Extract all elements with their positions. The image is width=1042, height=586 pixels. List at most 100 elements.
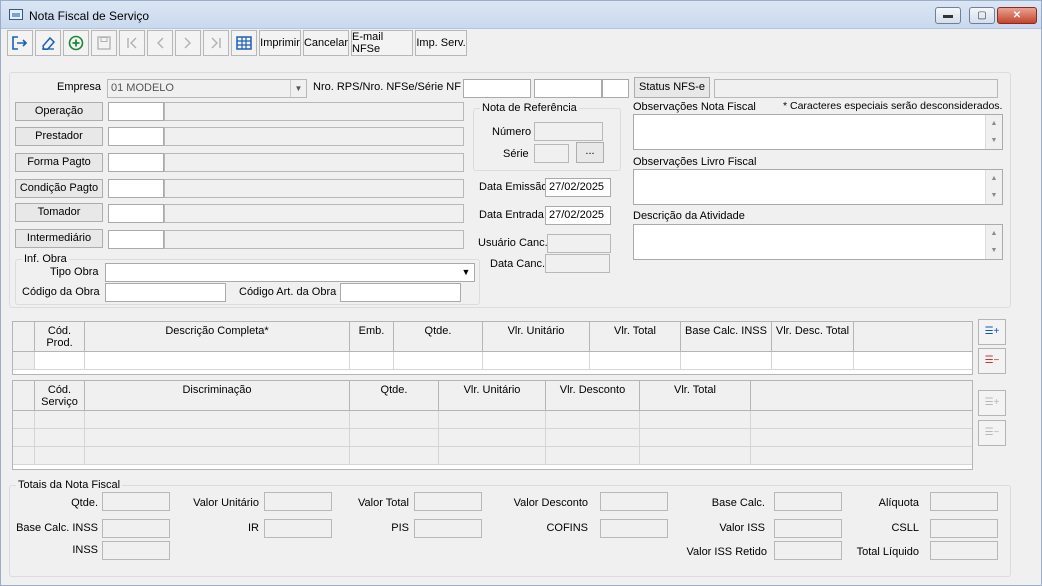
col-descricao-completa[interactable]: Descrição Completa* [85, 322, 350, 352]
cancel-button[interactable]: Cancelar [303, 30, 349, 56]
products-grid[interactable]: Cód. Prod. Descrição Completa* Emb. Qtde… [12, 321, 973, 375]
first-record-icon[interactable] [119, 30, 145, 56]
cell[interactable] [546, 429, 640, 446]
obs-livro-scrollbar[interactable]: ▲ ▼ [985, 170, 1002, 204]
empresa-select[interactable]: 01 MODELO ▼ [107, 79, 307, 98]
cell[interactable] [546, 447, 640, 464]
table-grid-icon[interactable] [231, 30, 257, 56]
descricao-atividade-scrollbar[interactable]: ▲ ▼ [985, 225, 1002, 259]
descricao-atividade-textarea[interactable]: ▲ ▼ [633, 224, 1003, 260]
cell[interactable] [483, 352, 590, 369]
cell[interactable] [85, 411, 350, 428]
col-vlr-total[interactable]: Vlr. Total [590, 322, 681, 352]
cell[interactable] [590, 352, 681, 369]
scroll-down-icon[interactable]: ▼ [986, 242, 1002, 259]
nota-ref-search-button[interactable]: ... [576, 142, 604, 163]
tomador-button[interactable]: Tomador [15, 203, 103, 222]
email-nfse-button[interactable]: E-mail NFSe [351, 30, 413, 56]
remove-service-button[interactable]: ☰− [978, 420, 1006, 446]
cell[interactable] [350, 447, 439, 464]
scroll-up-icon[interactable]: ▲ [986, 225, 1002, 242]
col-vlr-unitario[interactable]: Vlr. Unitário [439, 381, 546, 411]
close-button[interactable]: ✕ [997, 7, 1037, 24]
obs-nota-textarea[interactable]: ▲ ▼ [633, 114, 1003, 150]
remove-product-button[interactable]: ☰− [978, 348, 1006, 374]
table-row[interactable] [13, 352, 972, 370]
col-emb[interactable]: Emb. [350, 322, 394, 352]
print-button[interactable]: Imprimir [259, 30, 301, 56]
cell[interactable] [35, 352, 85, 369]
col-vlr-desc-total[interactable]: Vlr. Desc. Total [772, 322, 854, 352]
col-vlr-desconto[interactable]: Vlr. Desconto [546, 381, 640, 411]
scroll-up-icon[interactable]: ▲ [986, 115, 1002, 132]
scroll-down-icon[interactable]: ▼ [986, 132, 1002, 149]
col-cod-prod[interactable]: Cód. Prod. [35, 322, 85, 352]
col-qtde[interactable]: Qtde. [350, 381, 439, 411]
tomador-code-input[interactable] [108, 204, 164, 223]
col-vlr-total[interactable]: Vlr. Total [640, 381, 751, 411]
cell[interactable] [350, 429, 439, 446]
add-product-button[interactable]: ☰+ [978, 319, 1006, 345]
chevron-down-icon[interactable]: ▼ [458, 264, 474, 281]
operacao-button[interactable]: Operação [15, 102, 103, 121]
obs-livro-textarea[interactable]: ▲ ▼ [633, 169, 1003, 205]
cell[interactable] [640, 411, 751, 428]
forma-pagto-code-input[interactable] [108, 153, 164, 172]
prestador-code-input[interactable] [108, 127, 164, 146]
cell[interactable] [85, 429, 350, 446]
condicao-pagto-button[interactable]: Condição Pagto [15, 179, 103, 198]
cell[interactable] [751, 447, 972, 464]
nro-rps-input[interactable] [463, 79, 531, 98]
col-discriminacao[interactable]: Discriminação [85, 381, 350, 411]
cell[interactable] [350, 352, 394, 369]
table-row[interactable] [13, 429, 972, 447]
codigo-art-input[interactable] [340, 283, 461, 302]
cell[interactable] [772, 352, 854, 369]
services-grid[interactable]: Cód. Serviço Discriminação Qtde. Vlr. Un… [12, 380, 973, 470]
last-record-icon[interactable] [203, 30, 229, 56]
maximize-button[interactable]: ▢ [969, 7, 995, 24]
cell[interactable] [751, 429, 972, 446]
intermediario-button[interactable]: Intermediário [15, 229, 103, 248]
cell[interactable] [85, 447, 350, 464]
obs-nota-scrollbar[interactable]: ▲ ▼ [985, 115, 1002, 149]
next-record-icon[interactable] [175, 30, 201, 56]
data-entrada-input[interactable]: 27/02/2025 [545, 206, 611, 225]
col-cod-servico[interactable]: Cód. Serviço [35, 381, 85, 411]
condicao-pagto-code-input[interactable] [108, 179, 164, 198]
table-row[interactable] [13, 447, 972, 465]
serie-nf-input[interactable] [602, 79, 629, 98]
cell[interactable] [751, 411, 972, 428]
cell[interactable] [439, 429, 546, 446]
col-base-calc-inss[interactable]: Base Calc. INSS [681, 322, 772, 352]
exit-icon[interactable] [7, 30, 33, 56]
data-emissao-input[interactable]: 27/02/2025 [545, 178, 611, 197]
scroll-up-icon[interactable]: ▲ [986, 170, 1002, 187]
col-qtde[interactable]: Qtde. [394, 322, 483, 352]
forma-pagto-button[interactable]: Forma Pagto [15, 153, 103, 172]
serie-field[interactable] [534, 144, 569, 163]
cell[interactable] [350, 411, 439, 428]
nro-nfse-input[interactable] [534, 79, 602, 98]
cell[interactable] [439, 447, 546, 464]
table-row[interactable] [13, 411, 972, 429]
codigo-obra-input[interactable] [105, 283, 226, 302]
chevron-down-icon[interactable]: ▼ [290, 80, 306, 97]
cell[interactable] [35, 411, 85, 428]
numero-field[interactable] [534, 122, 603, 141]
cell[interactable] [394, 352, 483, 369]
cell[interactable] [35, 447, 85, 464]
minimize-button[interactable]: ▬ [935, 7, 961, 24]
scroll-down-icon[interactable]: ▼ [986, 187, 1002, 204]
cell[interactable] [640, 429, 751, 446]
cell[interactable] [85, 352, 350, 369]
cell[interactable] [35, 429, 85, 446]
cell[interactable] [640, 447, 751, 464]
status-nfse-button[interactable]: Status NFS-e [634, 77, 710, 98]
add-circle-icon[interactable] [63, 30, 89, 56]
cell[interactable] [681, 352, 772, 369]
save-icon[interactable] [91, 30, 117, 56]
previous-record-icon[interactable] [147, 30, 173, 56]
tipo-obra-select[interactable]: ▼ [105, 263, 475, 282]
cell[interactable] [439, 411, 546, 428]
